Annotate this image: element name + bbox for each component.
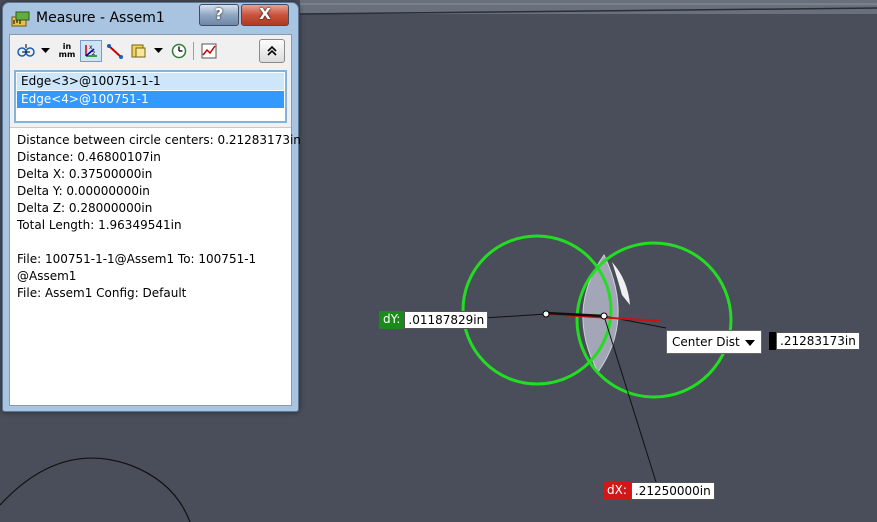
xyz-axes-icon: x z [85,44,97,57]
dy-leader [483,313,547,319]
center-distance-dropdown[interactable]: Center Dist [666,330,762,354]
total-length-value: Total Length: 1.96349541in [17,218,182,232]
selection-list[interactable]: Edge<3>@100751-1-1 Edge<4>@100751-1 [14,70,287,123]
close-label: X [259,5,271,23]
units-precision-button[interactable]: in mm [56,40,78,62]
create-sensor-button[interactable] [198,40,220,62]
chevron-down-icon [153,48,163,53]
delta-x-value: Delta X: 0.37500000in [17,167,153,181]
point-to-point-icon [107,44,123,59]
center-mode-label: Center Dist [672,335,740,349]
arc-options-dropdown[interactable] [39,40,51,62]
projection-icon [131,44,146,58]
selection-item[interactable]: Edge<4>@100751-1 [17,91,284,108]
file-info-line1: File: 100751-1-1@Assem1 To: 100751-1 [17,252,257,266]
clock-history-icon [171,43,187,59]
toolbar-separator [193,42,194,60]
measure-app-icon [11,11,30,27]
center-distance-value: .21283173in [776,332,860,350]
point-to-point-button[interactable] [104,40,126,62]
measure-results: Distance between circle centers: 0.21283… [10,127,301,405]
circle-centers-distance: Distance between circle centers: 0.21283… [17,133,301,147]
help-label: ? [214,5,224,23]
measurement-history-button[interactable] [168,40,190,62]
delta-z-value: Delta Z: 0.28000000in [17,201,153,215]
help-button[interactable]: ? [199,4,239,26]
arc-circle-icon [17,44,35,57]
center-point-4 [600,312,608,320]
dx-leader [603,315,657,483]
model-arc-edge [0,457,191,522]
projection-button[interactable] [128,40,150,62]
double-chevron-up-icon [267,46,277,56]
model-face-top [300,0,877,14]
svg-text:z: z [92,50,95,57]
file-config: File: Assem1 Config: Default [17,286,187,300]
center-point-3 [542,310,550,318]
sensor-chart-icon [201,43,217,59]
file-info-line2: @Assem1 [17,269,77,283]
dy-value: .01187829in [404,311,489,329]
window-title: Measure - Assem1 [36,10,165,26]
center-distance-callout[interactable]: .21283173in [769,332,860,350]
selection-item[interactable]: Edge<3>@100751-1-1 [17,73,284,90]
title-bar[interactable]: Measure - Assem1 ? X [3,3,298,33]
dx-callout[interactable]: dX: .21250000in [603,482,715,500]
center-color-swatch [769,332,776,350]
arc-circle-options-button[interactable] [15,40,37,62]
distance-value: Distance: 0.46800107in [17,150,161,164]
dy-label: dY: [379,311,405,329]
dy-callout[interactable]: dY: .01187829in [379,311,489,329]
chevron-down-icon [40,48,50,53]
units-bottom-text: mm [58,50,76,59]
measure-window[interactable]: Measure - Assem1 ? X in mm x z Edge<3>@1… [2,2,301,412]
dropdown-arrow-icon [745,340,755,346]
collapse-button[interactable] [259,39,285,63]
measure-toolbar: in mm x z [10,35,291,69]
measure-panel: in mm x z Edge<3>@100751-1-1 Edge<4>@100… [9,34,301,406]
units-icon: in mm [59,43,76,59]
close-button[interactable]: X [241,4,289,26]
projection-dropdown[interactable] [152,40,164,62]
dx-value: .21250000in [630,482,715,500]
xyz-measure-button[interactable]: x z [80,40,102,62]
delta-y-value: Delta Y: 0.00000000in [17,184,150,198]
dx-label: dX: [603,482,631,500]
